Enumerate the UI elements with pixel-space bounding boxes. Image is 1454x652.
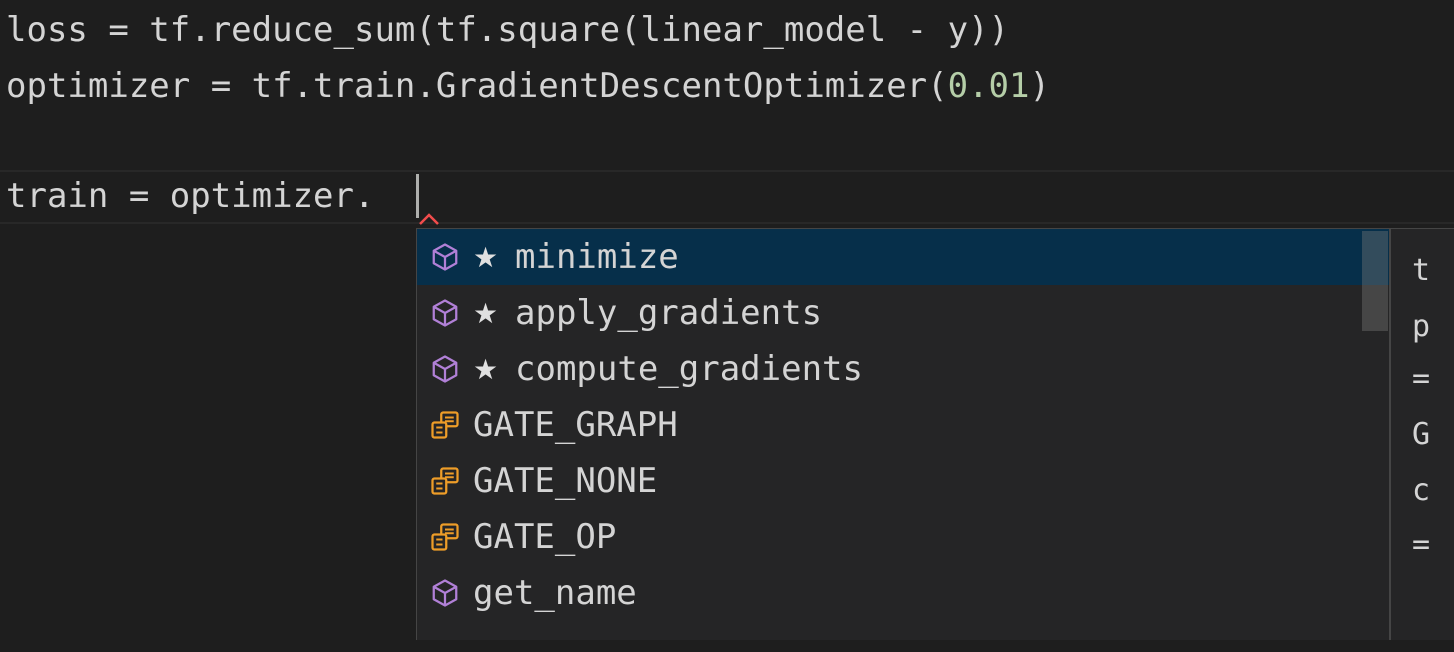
enum-member-icon: [417, 397, 473, 453]
details-divider: [1389, 229, 1391, 640]
suggest-scrollbar-thumb[interactable]: [1362, 231, 1388, 331]
suggestion-label: GATE_NONE: [473, 461, 658, 501]
method-cube-icon: [417, 565, 473, 621]
code-text: loss = tf.reduce_sum(tf.square(linear_mo…: [6, 10, 1010, 50]
editor-bottom-edge: [0, 640, 1454, 652]
error-squiggle-icon: [419, 213, 439, 225]
code-line-loss[interactable]: loss = tf.reduce_sum(tf.square(linear_mo…: [6, 4, 1009, 56]
details-text: p: [1412, 309, 1431, 344]
code-text: train = optimizer.: [6, 176, 375, 216]
code-text: ): [1029, 66, 1050, 106]
numeric-literal: 0.01: [947, 66, 1030, 106]
suggest-details-pane: t p = Gc =: [1412, 229, 1454, 640]
suggestion-item[interactable]: ★ compute_gradients: [417, 341, 1389, 397]
details-text: c: [1412, 473, 1431, 508]
suggestion-label: apply_gradients: [515, 293, 823, 333]
details-text: G: [1412, 417, 1431, 452]
suggestion-label: GATE_GRAPH: [473, 405, 678, 445]
suggest-scrollbar[interactable]: [1362, 229, 1388, 640]
code-line-train[interactable]: train = optimizer.: [6, 170, 374, 222]
suggestion-label: get_name: [473, 573, 637, 613]
suggestion-label: compute_gradients: [515, 349, 863, 389]
details-text: =: [1412, 361, 1431, 396]
enum-member-icon: [417, 453, 473, 509]
method-cube-icon: [417, 229, 473, 285]
suggestion-item[interactable]: GATE_OP: [417, 509, 1389, 565]
enum-member-icon: [417, 509, 473, 565]
suggest-widget[interactable]: ★ minimize ★ apply_gradients ★ compute_gradie…: [416, 228, 1454, 640]
method-cube-icon: [417, 341, 473, 397]
suggestion-item[interactable]: get_name: [417, 565, 1389, 621]
code-line-optimizer[interactable]: optimizer = tf.train.GradientDescentOpti…: [6, 60, 1050, 112]
suggestion-item[interactable]: ★ apply_gradients: [417, 285, 1389, 341]
star-icon: ★: [473, 352, 499, 386]
code-text: optimizer = tf.train.GradientDescentOpti…: [6, 66, 948, 106]
suggestion-item[interactable]: ★ minimize: [417, 229, 1389, 285]
details-text: t: [1412, 253, 1431, 288]
suggestion-item[interactable]: GATE_NONE: [417, 453, 1389, 509]
suggest-list[interactable]: ★ minimize ★ apply_gradients ★ compute_gradie…: [417, 229, 1389, 640]
suggestion-label: minimize: [515, 237, 679, 277]
suggestion-item[interactable]: GATE_GRAPH: [417, 397, 1389, 453]
code-editor[interactable]: loss = tf.reduce_sum(tf.square(linear_mo…: [0, 0, 1454, 652]
method-cube-icon: [417, 285, 473, 341]
details-text: =: [1412, 527, 1431, 562]
star-icon: ★: [473, 240, 499, 274]
suggestion-label: GATE_OP: [473, 517, 617, 557]
star-icon: ★: [473, 296, 499, 330]
